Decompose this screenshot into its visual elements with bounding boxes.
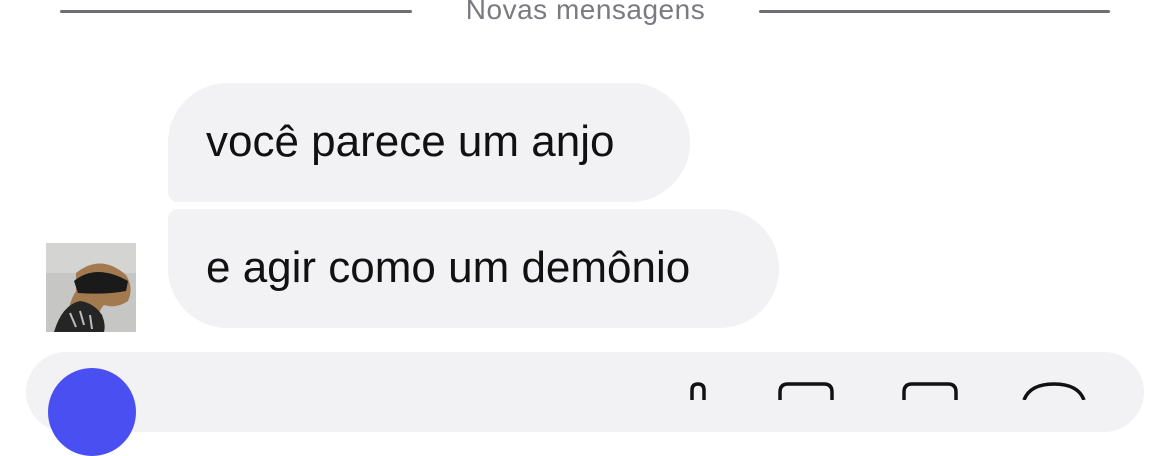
add-icon[interactable] [1018,380,1090,400]
divider-line-left [60,10,412,13]
message-bubble[interactable]: e agir como um demônio [168,209,779,328]
sticker-icon[interactable] [900,380,960,400]
sender-avatar[interactable] [46,243,136,332]
microphone-icon[interactable] [678,380,718,400]
message-text: e agir como um demônio [206,243,691,292]
new-messages-label: Novas mensagens [465,0,706,25]
image-icon[interactable] [776,380,836,400]
message-text: você parece um anjo [206,117,615,166]
new-messages-divider: Novas mensagens [0,0,1170,30]
divider-line-right [759,10,1110,13]
camera-button[interactable] [48,368,136,456]
message-bubble[interactable]: você parece um anjo [168,83,690,202]
message-composer[interactable] [26,352,1144,432]
